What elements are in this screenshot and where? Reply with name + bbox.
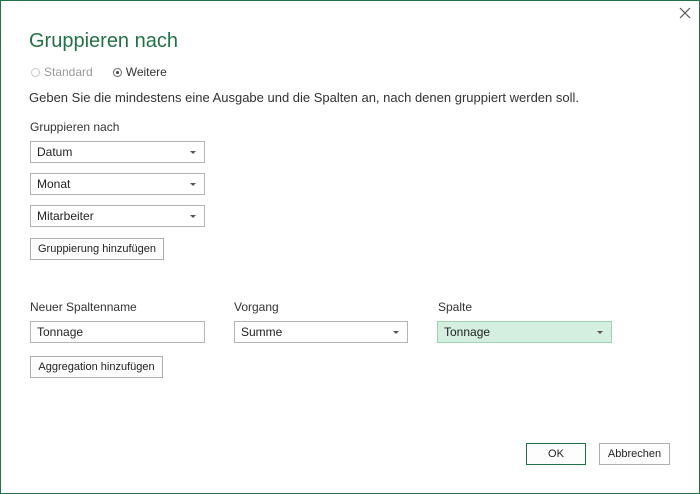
add-grouping-button[interactable]: Gruppierung hinzufügen [30, 238, 164, 260]
chevron-down-icon [597, 330, 603, 334]
aggregation-column-value: Tonnage [444, 325, 491, 339]
chevron-down-icon [190, 214, 196, 218]
group-column-select-1[interactable]: Datum [30, 141, 205, 163]
chevron-down-icon [190, 182, 196, 186]
radio-checked-icon [112, 67, 122, 77]
column-header: Spalte [438, 300, 473, 314]
operation-header: Vorgang [234, 300, 279, 314]
cancel-button[interactable]: Abbrechen [599, 443, 670, 465]
operation-select[interactable]: Summe [234, 321, 408, 343]
group-column-value: Mitarbeiter [37, 209, 94, 223]
chevron-down-icon [393, 330, 399, 334]
dialog-description: Geben Sie die mindestens eine Ausgabe un… [29, 90, 579, 105]
close-icon [679, 6, 691, 24]
grouping-label: Gruppieren nach [30, 120, 120, 134]
group-column-value: Datum [37, 145, 73, 159]
close-button[interactable] [673, 3, 697, 27]
group-by-dialog: Gruppieren nach Standard Weitere Geben S… [0, 0, 700, 494]
mode-radio-group: Standard Weitere [31, 65, 187, 79]
new-column-name-input[interactable] [30, 321, 205, 343]
ok-button[interactable]: OK [526, 443, 586, 465]
group-column-select-2[interactable]: Monat [30, 173, 205, 195]
add-aggregation-button[interactable]: Aggregation hinzufügen [30, 356, 163, 378]
group-column-value: Monat [37, 177, 71, 191]
radio-standard-label: Standard [44, 65, 93, 79]
aggregation-column-select[interactable]: Tonnage [437, 321, 612, 343]
radio-weitere-label: Weitere [125, 65, 167, 79]
radio-weitere[interactable]: Weitere [112, 65, 167, 79]
dialog-title: Gruppieren nach [29, 30, 178, 52]
radio-unchecked-icon [31, 67, 40, 77]
new-column-name-header: Neuer Spaltenname [30, 300, 137, 314]
radio-standard[interactable]: Standard [31, 65, 93, 79]
chevron-down-icon [190, 150, 196, 154]
operation-value: Summe [241, 325, 283, 339]
group-column-select-3[interactable]: Mitarbeiter [30, 205, 205, 227]
